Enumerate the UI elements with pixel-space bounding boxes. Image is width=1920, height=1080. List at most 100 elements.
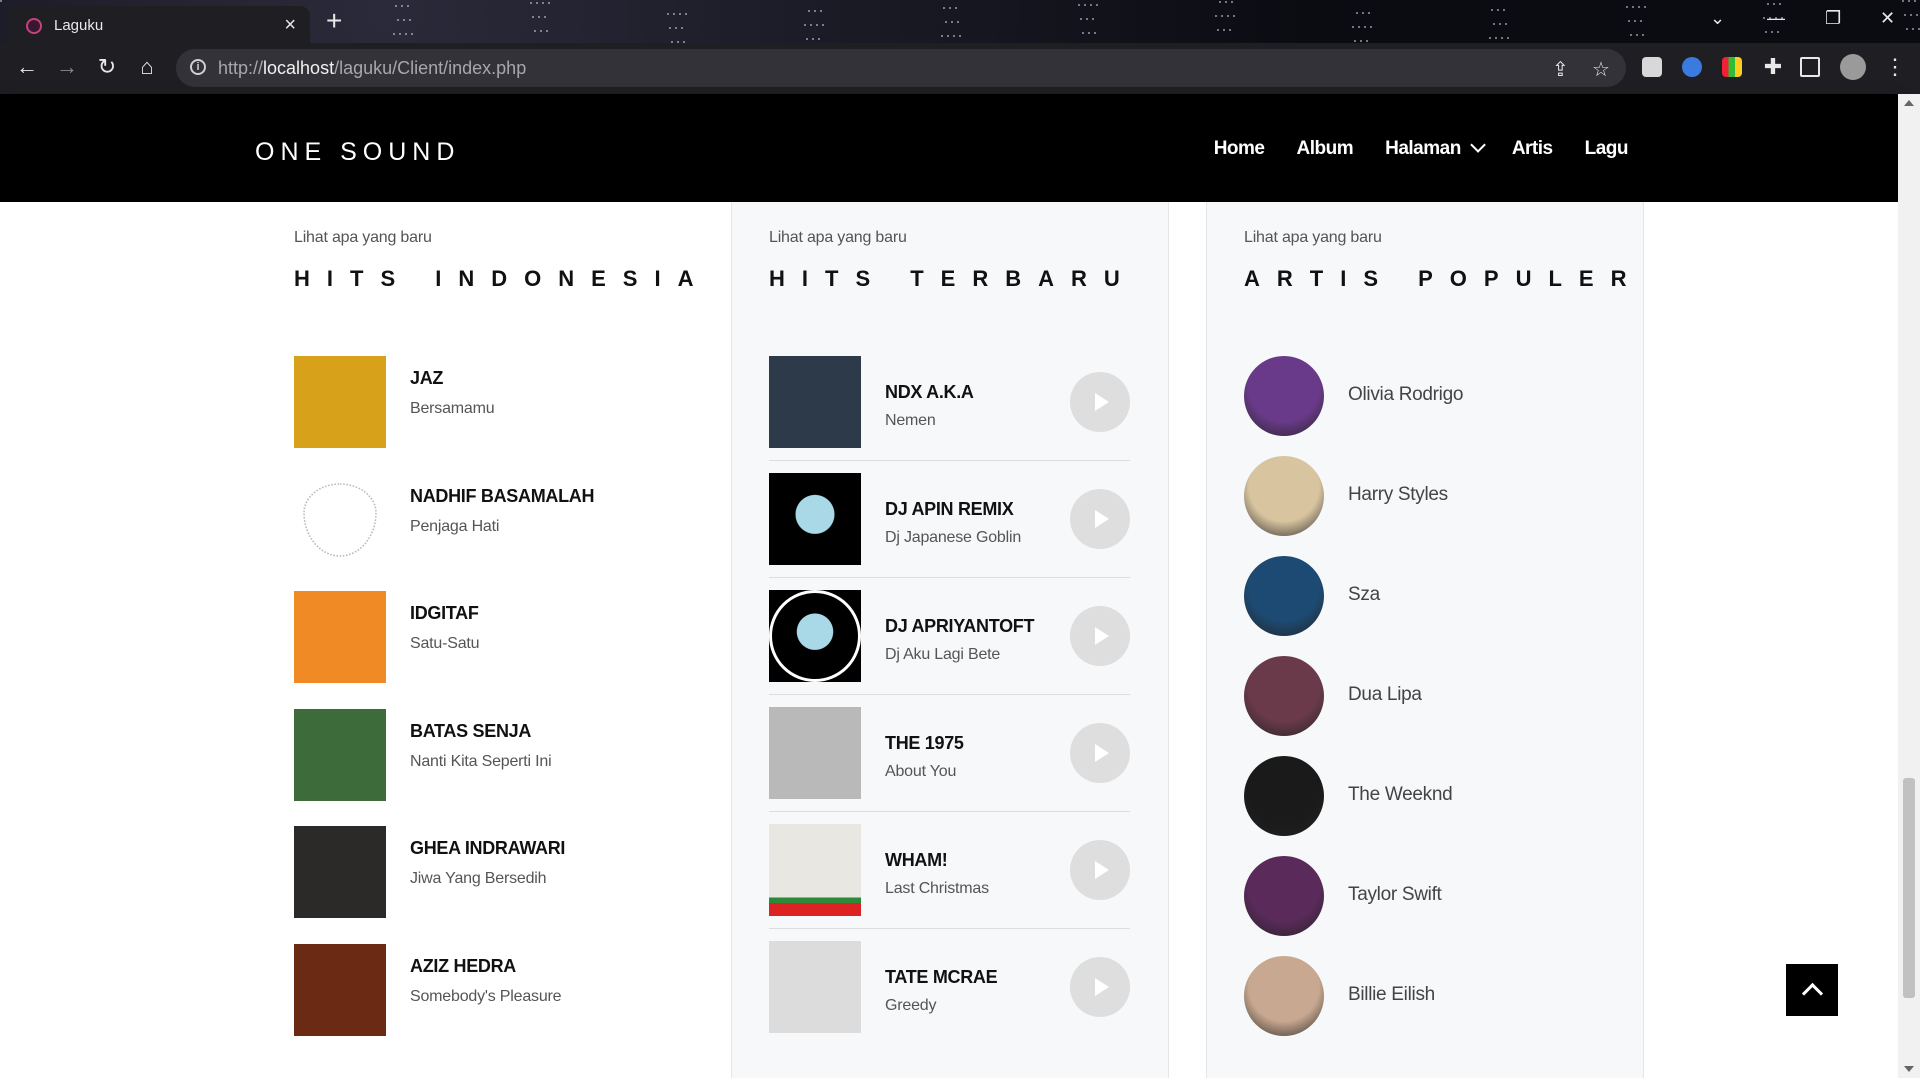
star-dot <box>1638 6 1640 8</box>
star-dot <box>1215 15 1217 17</box>
share-icon[interactable]: ⇪ <box>1552 57 1569 82</box>
play-button[interactable] <box>1070 957 1130 1017</box>
star-dot <box>945 21 947 23</box>
play-button[interactable] <box>1070 606 1130 666</box>
play-button[interactable] <box>1070 372 1130 432</box>
star-dot <box>548 2 550 4</box>
star-dot <box>1765 31 1767 33</box>
extensions-puzzle-icon[interactable]: ✚ <box>1758 55 1788 79</box>
side-panel-icon[interactable] <box>1800 57 1820 77</box>
browser-menu-icon[interactable]: ⋮ <box>1880 55 1910 79</box>
reload-icon[interactable]: ↻ <box>92 55 122 79</box>
star-dot <box>403 19 405 21</box>
forward-icon[interactable]: → <box>52 55 82 79</box>
star-dot <box>681 27 683 29</box>
star-dot <box>1225 1 1227 3</box>
star-dot <box>1779 3 1781 5</box>
play-button[interactable] <box>1070 840 1130 900</box>
home-icon[interactable]: ⌂ <box>132 55 162 79</box>
hits-indonesia-kicker: Lihat apa yang baru <box>294 229 432 246</box>
star-dot <box>1370 26 1372 28</box>
artis-populer-title: ARTIS POPULER <box>1244 266 1644 291</box>
minimize-icon[interactable]: — <box>1767 8 1785 29</box>
profile-avatar-icon[interactable] <box>1840 54 1866 80</box>
site-info-icon[interactable]: i <box>190 59 206 75</box>
song-artist: WHAM! <box>885 850 948 870</box>
play-button[interactable] <box>1070 489 1130 549</box>
star-dot <box>1767 3 1769 5</box>
page-scrollbar[interactable] <box>1898 94 1920 1078</box>
window-close-icon[interactable]: ✕ <box>1880 8 1895 29</box>
address-bar[interactable]: i http://localhost/laguku/Client/index.p… <box>176 49 1626 87</box>
star-dot <box>1352 26 1354 28</box>
star-dot <box>1503 9 1505 11</box>
star-dot <box>1644 6 1646 8</box>
artist-avatar <box>1244 356 1324 436</box>
album-cover <box>294 356 386 448</box>
star-dot <box>1908 0 1910 2</box>
song-artist: GHEA INDRAWARI <box>410 838 566 858</box>
artist-name: Taylor Swift <box>1348 884 1442 905</box>
song-title: Jiwa Yang Bersedih <box>410 870 547 887</box>
star-dot <box>810 24 812 26</box>
divider <box>769 577 1130 578</box>
album-cover <box>294 826 386 918</box>
star-dot <box>1229 29 1231 31</box>
song-artist: DJ APRIYANTOFT <box>885 616 1035 636</box>
star-dot <box>1902 0 1904 2</box>
extension-blue-icon[interactable] <box>1682 57 1702 77</box>
star-dot <box>1495 37 1497 39</box>
star-dot <box>1912 28 1914 30</box>
restore-icon[interactable]: ❐ <box>1825 8 1841 29</box>
star-dot <box>1368 12 1370 14</box>
star-dot <box>953 35 955 37</box>
extension-color-icon[interactable] <box>1722 57 1742 77</box>
tab-close-icon[interactable]: × <box>284 13 296 37</box>
star-dot <box>806 38 808 40</box>
song-title: Dj Aku Lagi Bete <box>885 646 1001 663</box>
song-title: Penjaga Hati <box>410 517 500 535</box>
nav-halaman-dropdown[interactable]: Halaman <box>1385 137 1486 160</box>
star-dot <box>1777 31 1779 33</box>
main-nav: Home Album Halaman Artis Lagu <box>1214 137 1629 160</box>
back-icon[interactable]: ← <box>12 55 42 79</box>
song-title: Last Christmas <box>885 880 989 897</box>
album-cover <box>769 707 861 799</box>
extension-doc-icon[interactable] <box>1642 57 1662 77</box>
star-dot <box>393 33 395 35</box>
song-artist: AZIZ HEDRA <box>410 955 516 976</box>
nav-album[interactable]: Album <box>1297 138 1354 160</box>
new-tab-icon[interactable]: + <box>326 7 342 35</box>
star-dot <box>395 5 397 7</box>
nav-lagu[interactable]: Lagu <box>1585 138 1629 160</box>
site-logo[interactable]: ONE SOUND <box>255 138 460 167</box>
star-dot <box>1628 20 1630 22</box>
play-button[interactable] <box>1070 723 1130 783</box>
scroll-up-icon[interactable] <box>1904 100 1914 106</box>
star-dot <box>409 19 411 21</box>
star-dot <box>822 24 824 26</box>
star-dot <box>1227 15 1229 17</box>
star-dot <box>959 35 961 37</box>
star-dot <box>1914 0 1916 2</box>
bookmark-star-icon[interactable]: ☆ <box>1592 57 1610 82</box>
star-dot <box>1219 1 1221 3</box>
scrollbar-thumb[interactable] <box>1903 778 1915 998</box>
artist-name: Sza <box>1348 584 1380 605</box>
star-dot <box>1640 20 1642 22</box>
star-dot <box>1626 6 1628 8</box>
nav-artis[interactable]: Artis <box>1512 138 1553 160</box>
star-dot <box>1088 32 1090 34</box>
back-to-top-button[interactable] <box>1786 964 1838 1016</box>
star-dot <box>1642 34 1644 36</box>
star-dot <box>532 16 534 18</box>
song-artist: THE 1975 <box>885 733 964 753</box>
browser-tab[interactable]: Laguku × <box>10 6 310 43</box>
nav-home[interactable]: Home <box>1214 138 1265 160</box>
star-dot <box>1090 4 1092 6</box>
star-dot <box>1489 37 1491 39</box>
tab-search-icon[interactable]: ⌄ <box>1710 8 1725 29</box>
scroll-down-icon[interactable] <box>1904 1066 1914 1072</box>
star-dot <box>1078 4 1080 6</box>
artist-name: The Weeknd <box>1348 784 1453 805</box>
